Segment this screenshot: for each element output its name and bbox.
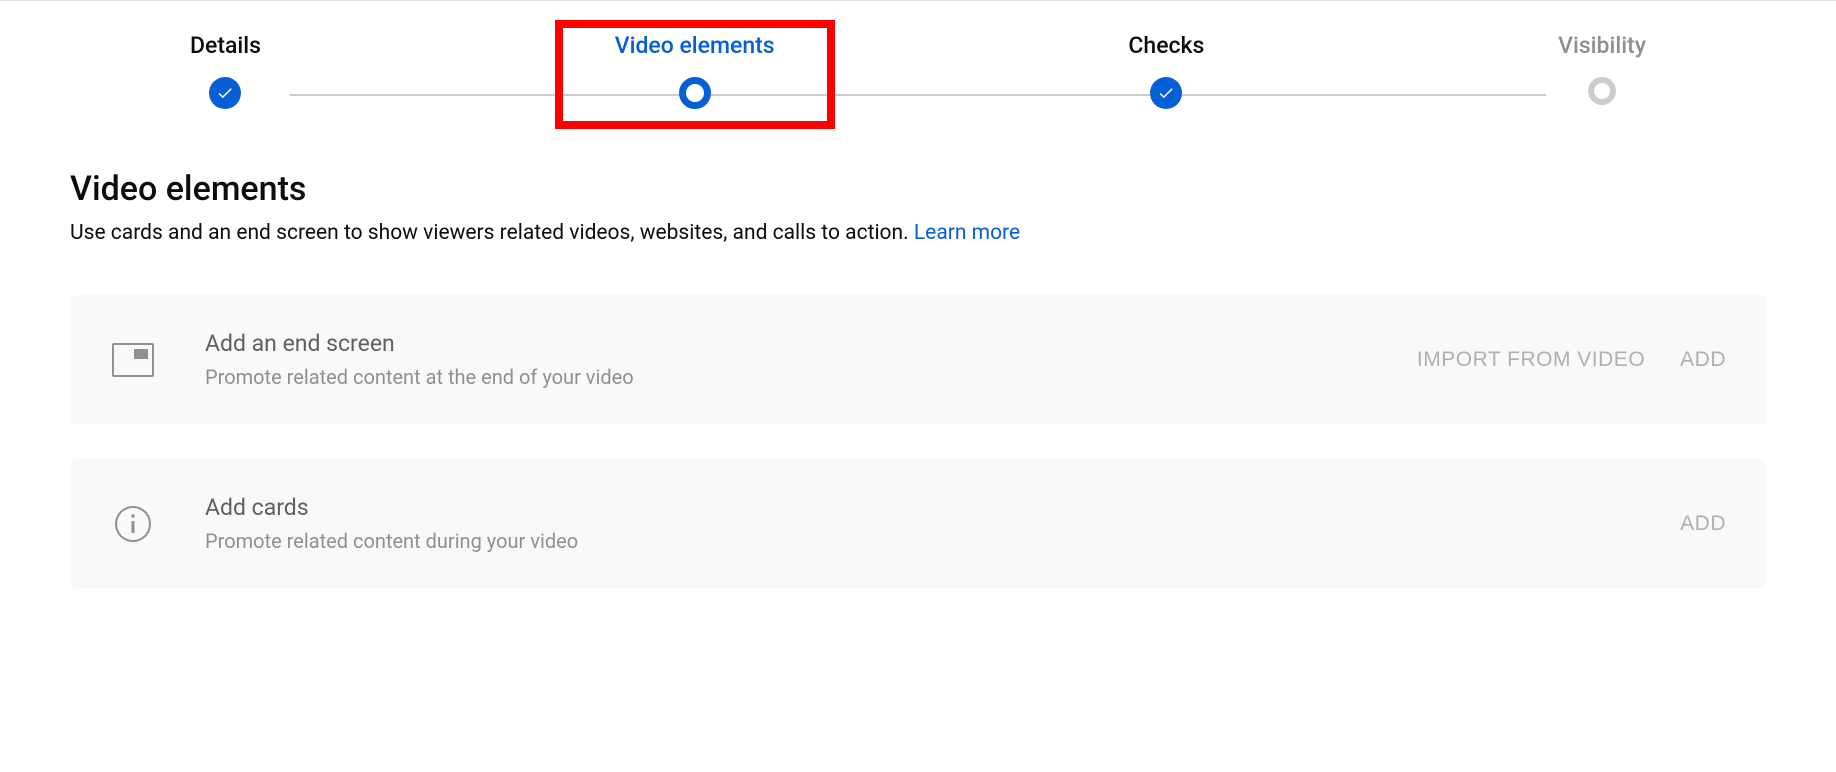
card-subtitle: Promote related content during your vide… bbox=[205, 529, 1680, 553]
end-screen-icon bbox=[110, 337, 155, 382]
step-video-elements[interactable]: Video elements bbox=[615, 32, 775, 109]
current-step-icon bbox=[679, 77, 711, 109]
info-icon bbox=[110, 501, 155, 546]
card-title: Add cards bbox=[205, 494, 1680, 521]
import-from-video-button[interactable]: IMPORT FROM VIDEO bbox=[1417, 348, 1645, 372]
end-screen-card: Add an end screen Promote related conten… bbox=[70, 295, 1766, 424]
step-details[interactable]: Details bbox=[190, 32, 261, 109]
page-title: Video elements bbox=[70, 169, 1766, 209]
add-cards-button[interactable]: ADD bbox=[1680, 512, 1726, 536]
card-actions: ADD bbox=[1680, 512, 1726, 536]
card-title: Add an end screen bbox=[205, 330, 1417, 357]
add-end-screen-button[interactable]: ADD bbox=[1680, 348, 1726, 372]
step-checks[interactable]: Checks bbox=[1128, 32, 1204, 109]
checkmark-icon bbox=[1150, 77, 1182, 109]
stepper-line bbox=[290, 94, 1546, 96]
page-description: Use cards and an end screen to show view… bbox=[70, 221, 1766, 245]
add-cards-card: Add cards Promote related content during… bbox=[70, 459, 1766, 588]
card-content: Add cards Promote related content during… bbox=[205, 494, 1680, 553]
card-content: Add an end screen Promote related conten… bbox=[205, 330, 1417, 389]
step-visibility[interactable]: Visibility bbox=[1558, 32, 1646, 105]
learn-more-link[interactable]: Learn more bbox=[914, 221, 1020, 245]
step-label: Video elements bbox=[615, 32, 775, 59]
step-label: Details bbox=[190, 32, 261, 59]
card-actions: IMPORT FROM VIDEO ADD bbox=[1417, 348, 1726, 372]
step-label: Visibility bbox=[1558, 32, 1646, 59]
card-subtitle: Promote related content at the end of yo… bbox=[205, 365, 1417, 389]
inactive-step-icon bbox=[1588, 77, 1616, 105]
step-label: Checks bbox=[1128, 32, 1204, 59]
stepper: Details Video elements Checks Visibility bbox=[70, 32, 1766, 109]
description-text: Use cards and an end screen to show view… bbox=[70, 221, 914, 245]
checkmark-icon bbox=[209, 77, 241, 109]
